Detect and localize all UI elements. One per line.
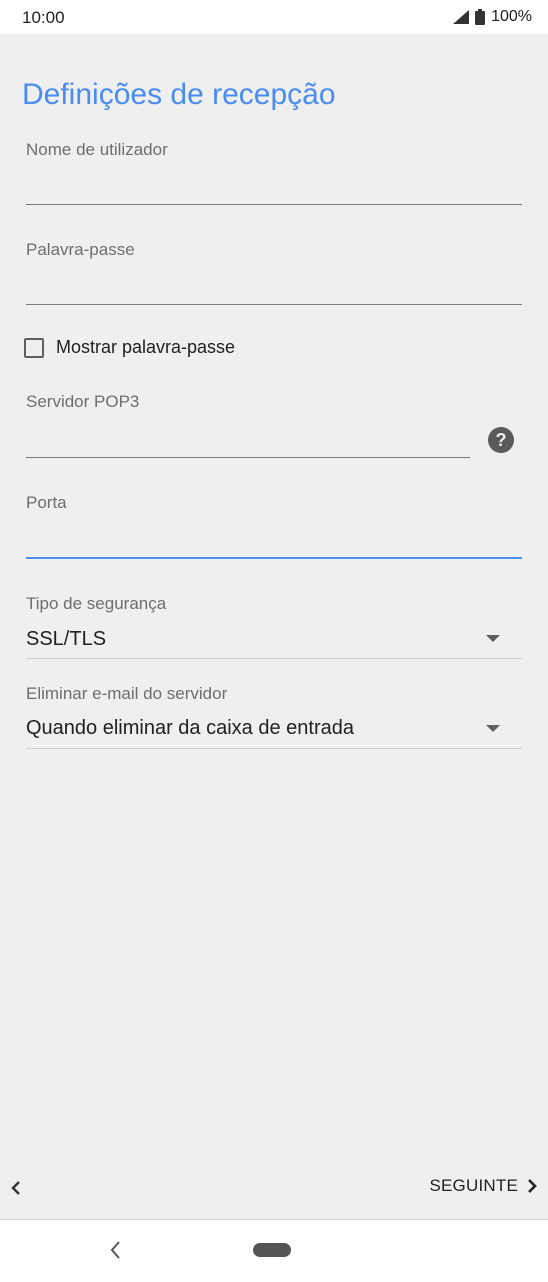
status-indicators: 100%: [453, 8, 532, 26]
username-field: Nome de utilizador: [26, 140, 522, 210]
system-nav-bar: [0, 1220, 548, 1282]
pop3-server-label: Servidor POP3: [26, 392, 140, 411]
delete-from-server-underline: [26, 748, 522, 749]
show-password-label: Mostrar palavra-passe: [56, 337, 236, 357]
password-input[interactable]: [26, 272, 522, 302]
security-type-label: Tipo de segurança: [26, 594, 167, 613]
password-underline: [26, 304, 522, 305]
pop3-server-input[interactable]: [26, 424, 470, 454]
port-input[interactable]: [26, 525, 522, 555]
status-time: 10:00: [22, 8, 65, 27]
security-type-underline: [26, 658, 522, 659]
username-input[interactable]: [26, 172, 522, 202]
chevron-left-icon[interactable]: [8, 1178, 24, 1198]
pop3-server-field: Servidor POP3: [26, 392, 470, 462]
show-password-checkbox[interactable]: [24, 337, 44, 358]
dropdown-arrow-icon[interactable]: [486, 725, 500, 732]
next-button[interactable]: SEGUINTE: [429, 1176, 538, 1196]
page-title: Definições de recepção: [22, 78, 336, 111]
delete-from-server-label: Eliminar e-mail do servidor: [26, 684, 228, 703]
show-password-row[interactable]: Mostrar palavra-passe: [24, 337, 235, 358]
battery-percent: 100%: [491, 8, 532, 25]
status-bar: 10:00 100%: [0, 0, 548, 34]
port-underline: [26, 557, 522, 559]
nav-home-icon[interactable]: [253, 1243, 291, 1257]
username-underline: [26, 204, 522, 205]
port-label: Porta: [26, 493, 67, 512]
chevron-right-icon: [528, 1179, 537, 1193]
pop3-server-underline: [26, 457, 470, 458]
nav-back-icon[interactable]: [104, 1238, 128, 1262]
security-type-value[interactable]: SSL/TLS: [26, 628, 106, 651]
username-label: Nome de utilizador: [26, 140, 168, 159]
delete-from-server-value[interactable]: Quando eliminar da caixa de entrada: [26, 717, 354, 740]
security-type-field[interactable]: Tipo de segurança SSL/TLS: [26, 594, 522, 662]
delete-from-server-field[interactable]: Eliminar e-mail do servidor Quando elimi…: [26, 684, 522, 752]
port-field: Porta: [26, 493, 522, 563]
password-label: Palavra-passe: [26, 240, 135, 259]
password-field: Palavra-passe: [26, 240, 522, 310]
battery-icon: [475, 9, 486, 25]
signal-icon: [453, 10, 470, 24]
dropdown-arrow-icon[interactable]: [486, 635, 500, 642]
next-button-label: SEGUINTE: [429, 1176, 518, 1195]
help-icon[interactable]: ?: [488, 427, 514, 453]
bottom-action-bar: SEGUINTE: [0, 1168, 548, 1208]
